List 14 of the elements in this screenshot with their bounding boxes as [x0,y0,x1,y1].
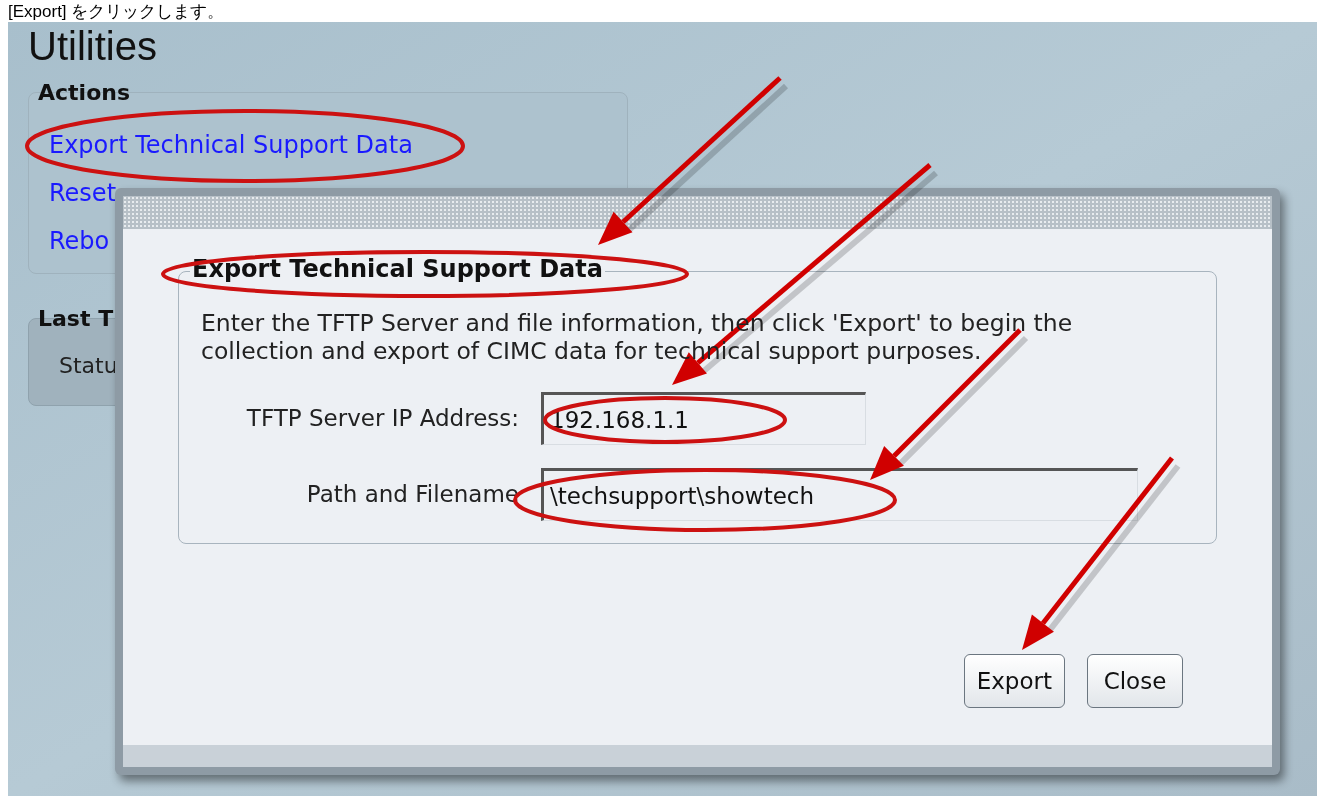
status-label: Statu [59,353,118,378]
caption-text: [Export] をクリックします。 [8,2,225,22]
page-title: Utilities [28,26,158,66]
dialog-button[interactable]: Close [1087,654,1183,708]
section-title: Export Technical Support Data [190,257,605,281]
field-label: Path and Filename [305,480,520,510]
action-link[interactable]: Rebo [49,227,110,256]
input-field[interactable]: \techsupport\showtech [541,468,1138,521]
panel-title: Actions [38,79,130,107]
action-link[interactable]: Export Technical Support Data [49,131,413,160]
action-link[interactable]: Reset [49,179,117,208]
dialog-button[interactable]: Export [963,654,1065,708]
panel-title: Last T [38,305,114,333]
field-label: TFTP Server IP Address: [245,404,520,434]
